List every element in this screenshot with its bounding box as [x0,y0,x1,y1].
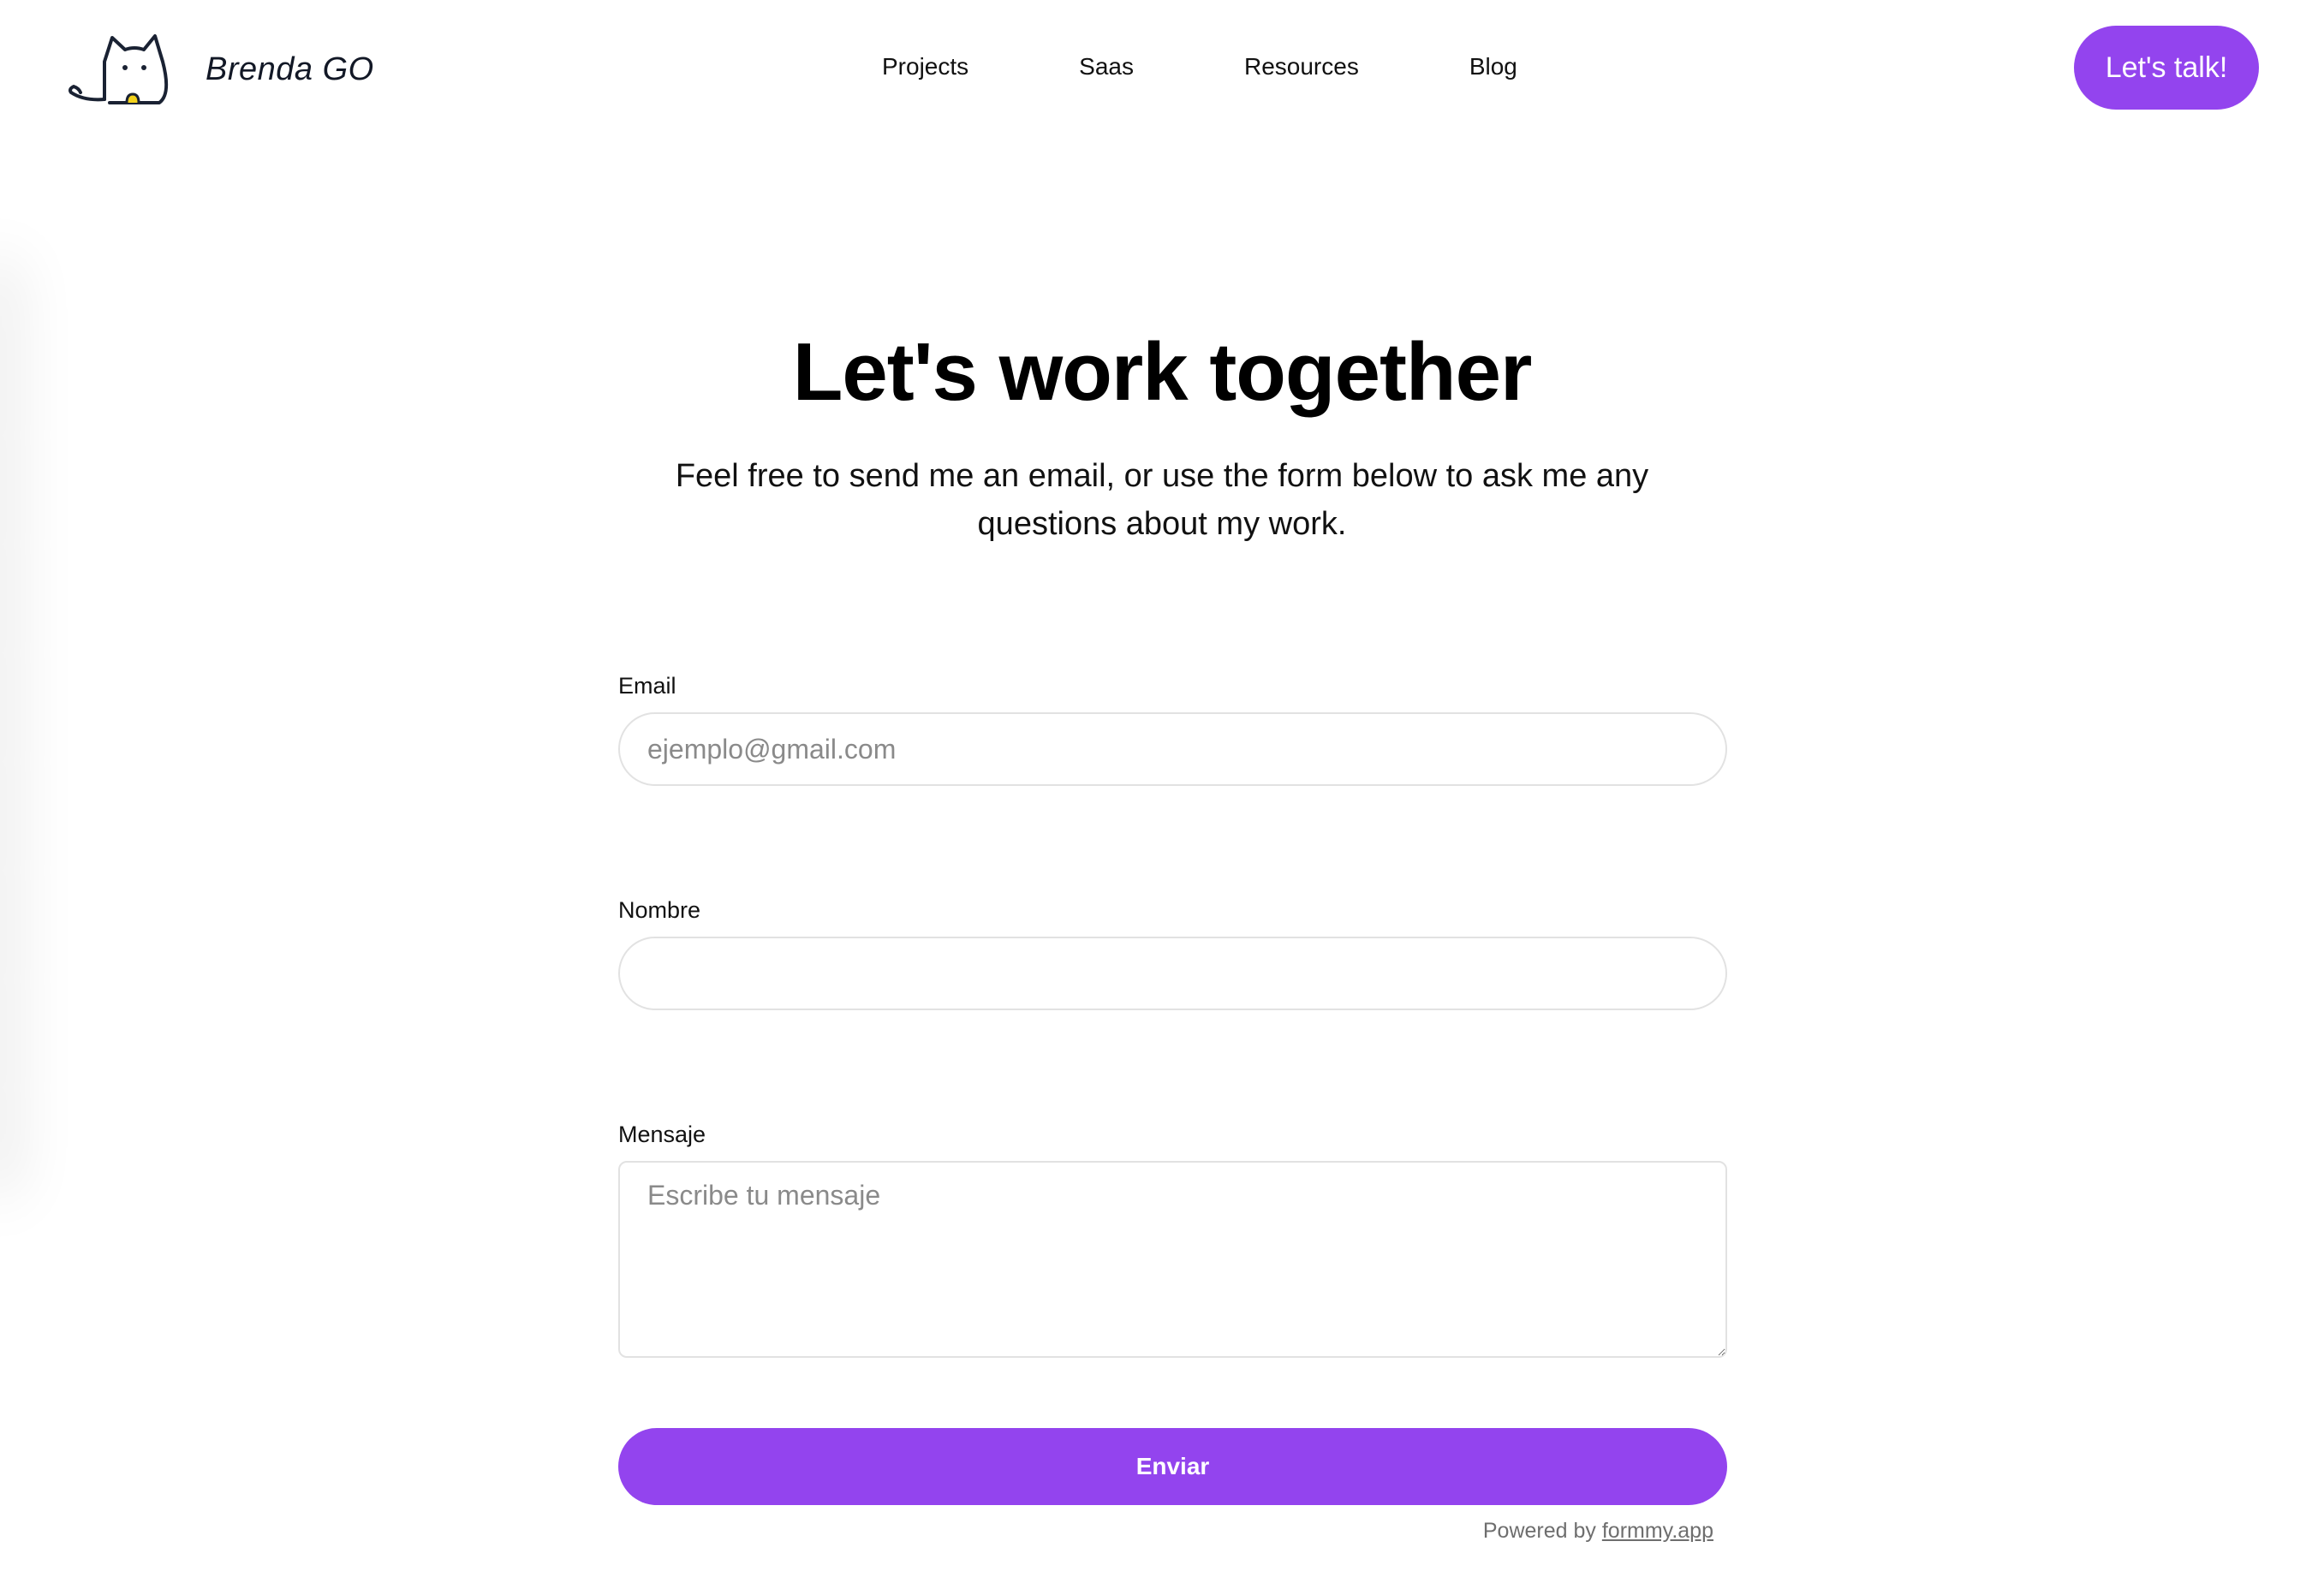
email-group: Email [618,668,1727,786]
nav-blog[interactable]: Blog [1469,49,1517,85]
page-subtitle: Feel free to send me an email, or use th… [675,458,1649,542]
contact-page: Brenda GO Projects Saas Resources Blog L… [0,0,2324,1577]
brand-name: Brenda GO [206,51,374,87]
main-nav: Projects Saas Resources Blog [882,49,1517,85]
lets-talk-button[interactable]: Let's talk! [2074,26,2259,110]
nav-projects[interactable]: Projects [882,49,968,85]
formmy-link[interactable]: formmy.app [1602,1519,1713,1543]
nav-resources[interactable]: Resources [1244,49,1359,85]
message-field[interactable] [618,1161,1727,1358]
cat-logo-icon [67,31,180,104]
powered-by: Powered by formmy.app [618,1519,1727,1544]
email-field[interactable] [618,712,1727,786]
message-label: Mensaje [618,1122,706,1147]
submit-button[interactable]: Enviar [618,1428,1727,1505]
contact-form: Email Nombre Mensaje Enviar Powered by f… [618,668,1727,1544]
powered-by-text: Powered by [1482,1519,1596,1543]
name-group: Nombre [618,892,1727,1010]
brand-link[interactable]: Brenda GO [67,31,374,104]
nav-saas[interactable]: Saas [1079,49,1134,85]
name-label: Nombre [618,897,701,923]
page-title: Let's work together [792,326,1533,418]
name-field[interactable] [618,937,1727,1010]
message-group: Mensaje [618,1116,1727,1358]
email-label: Email [618,673,676,699]
